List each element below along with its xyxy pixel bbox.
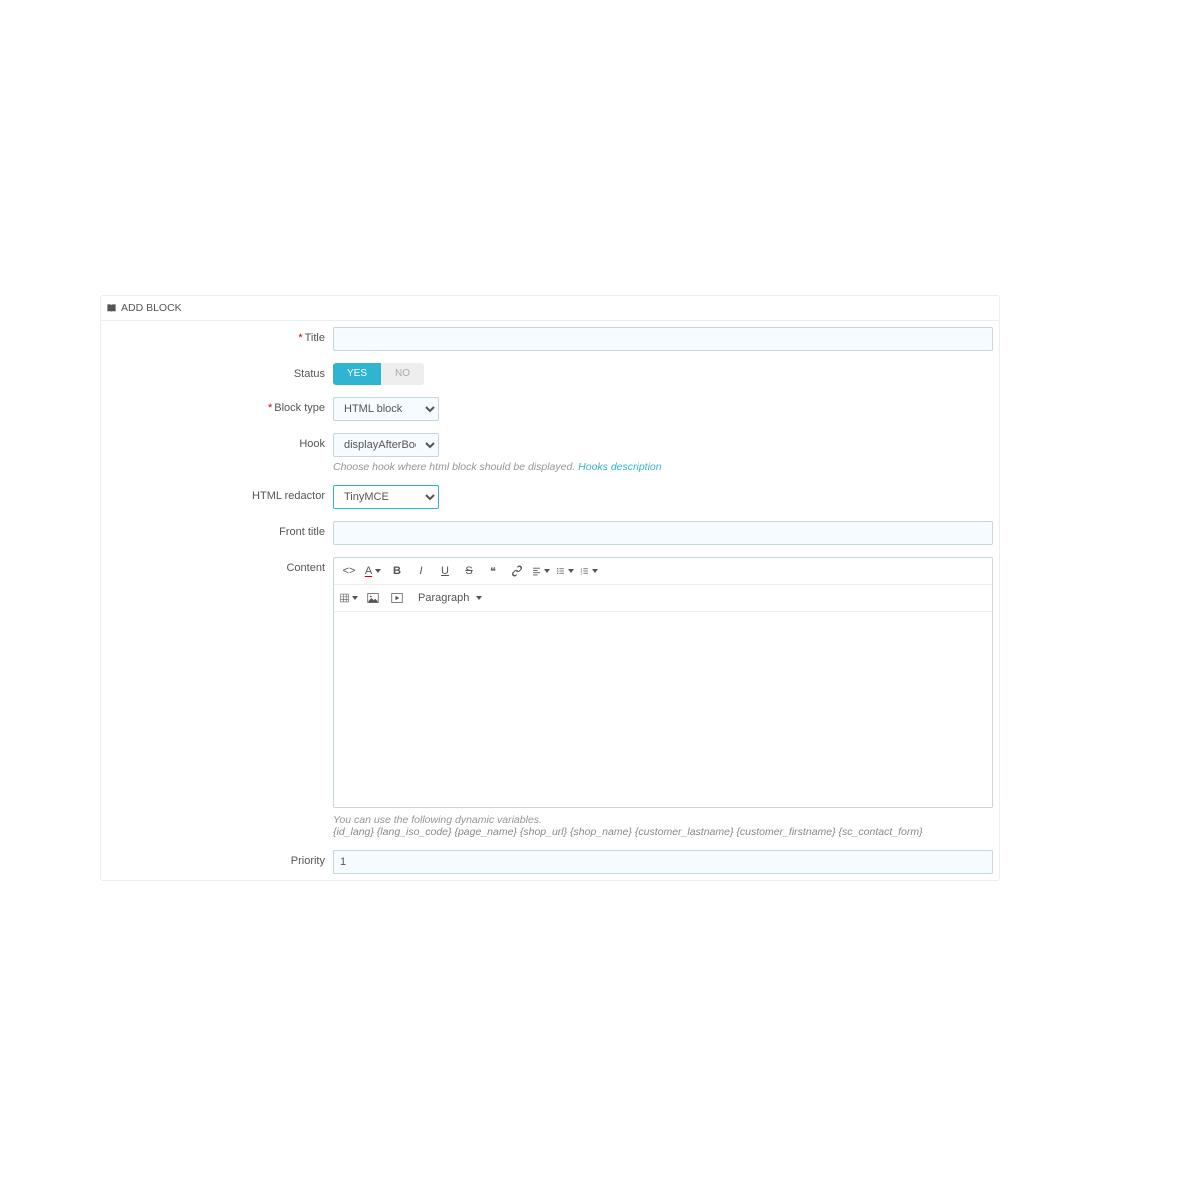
required-marker: * <box>298 332 302 344</box>
label-status: Status <box>101 363 333 380</box>
editor-body[interactable] <box>334 612 992 807</box>
status-toggle[interactable]: YES NO <box>333 363 424 385</box>
table-icon[interactable] <box>340 589 358 607</box>
panel-title: ADD BLOCK <box>121 302 182 314</box>
image-icon[interactable] <box>364 589 382 607</box>
priority-input[interactable] <box>333 850 993 874</box>
hooks-description-link[interactable]: Hooks description <box>578 461 661 473</box>
vars-list: {id_lang} {lang_iso_code} {page_name} {s… <box>333 826 993 838</box>
editor-toolbar-row2: Paragraph <box>334 585 992 612</box>
media-icon[interactable] <box>388 589 406 607</box>
hook-select[interactable]: displayAfterBodyOpeningTag <box>333 433 439 457</box>
label-hook: Hook <box>101 433 333 450</box>
align-icon[interactable] <box>532 562 550 580</box>
label-content: Content <box>101 557 333 574</box>
label-html-redactor: HTML redactor <box>101 485 333 502</box>
status-yes[interactable]: YES <box>333 363 381 385</box>
row-status: Status YES NO <box>101 357 999 391</box>
editor-toolbar-row1: <> A B I U S ❝ <box>334 558 992 585</box>
row-front-title: Front title <box>101 515 999 551</box>
underline-icon[interactable]: U <box>436 562 454 580</box>
vars-intro: You can use the following dynamic variab… <box>333 814 993 826</box>
required-marker: * <box>268 402 272 414</box>
row-hook: Hook displayAfterBodyOpeningTag Choose h… <box>101 427 999 479</box>
panel-header: ADD BLOCK <box>101 296 999 321</box>
source-code-icon[interactable]: <> <box>340 562 358 580</box>
add-block-panel: ADD BLOCK *Title Status YES NO *Block ty… <box>100 295 1000 881</box>
row-block-type: *Block type HTML block <box>101 391 999 427</box>
blockquote-icon[interactable]: ❝ <box>484 562 502 580</box>
row-content: Content <> A B I U S ❝ <box>101 551 999 844</box>
label-priority: Priority <box>101 850 333 867</box>
status-no[interactable]: NO <box>381 363 424 385</box>
book-icon <box>106 303 117 314</box>
row-title: *Title <box>101 321 999 357</box>
block-type-select[interactable]: HTML block <box>333 397 439 421</box>
svg-text:3: 3 <box>581 571 583 575</box>
strikethrough-icon[interactable]: S <box>460 562 478 580</box>
link-icon[interactable] <box>508 562 526 580</box>
numbered-list-icon[interactable]: 123 <box>580 562 598 580</box>
row-priority: Priority <box>101 844 999 880</box>
label-block-type: *Block type <box>101 397 333 414</box>
bold-icon[interactable]: B <box>388 562 406 580</box>
label-front-title: Front title <box>101 521 333 538</box>
label-title: *Title <box>101 327 333 344</box>
row-html-redactor: HTML redactor TinyMCE <box>101 479 999 515</box>
italic-icon[interactable]: I <box>412 562 430 580</box>
paragraph-dropdown[interactable]: Paragraph <box>412 589 488 607</box>
bullet-list-icon[interactable] <box>556 562 574 580</box>
text-color-icon[interactable]: A <box>364 562 382 580</box>
hook-helper: Choose hook where html block should be d… <box>333 461 993 473</box>
title-input[interactable] <box>333 327 993 351</box>
html-redactor-select[interactable]: TinyMCE <box>333 485 439 509</box>
front-title-input[interactable] <box>333 521 993 545</box>
tinymce-editor: <> A B I U S ❝ <box>333 557 993 808</box>
